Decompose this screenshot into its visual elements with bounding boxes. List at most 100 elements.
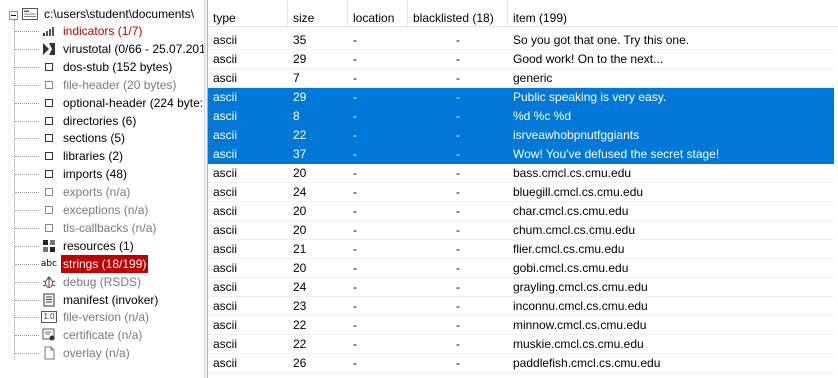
- column-header-size[interactable]: size: [288, 0, 348, 26]
- tree-item[interactable]: dos-stub (152 bytes): [0, 58, 204, 76]
- cell-blacklisted: -: [456, 147, 460, 161]
- tree-item[interactable]: exceptions (n/a): [0, 201, 204, 219]
- tree-item-label: exceptions (n/a): [63, 203, 149, 217]
- cell-blacklisted: -: [456, 33, 460, 47]
- cell-location: -: [353, 147, 357, 161]
- column-header-location[interactable]: location: [348, 0, 408, 26]
- cell-type: ascii: [213, 223, 238, 237]
- cell-size: 23: [293, 299, 307, 313]
- table-row[interactable]: ascii 24 - - grayling.cmcl.cs.cmu.edu: [208, 278, 834, 297]
- table-row[interactable]: ascii 22 - - muskie.cmcl.cs.cmu.edu: [208, 335, 834, 354]
- cell-location: -: [353, 90, 357, 104]
- table-row[interactable]: ascii 20 - - chum.cmcl.cs.cmu.edu: [208, 221, 834, 240]
- cell-size: 22: [293, 128, 307, 142]
- table-row[interactable]: ascii 7 - - generic: [208, 69, 834, 88]
- column-header-item[interactable]: item (199): [508, 0, 834, 26]
- cell-type: ascii: [213, 318, 238, 332]
- tree-connector: [15, 66, 39, 68]
- table-row[interactable]: ascii 29 - - Good work! On to the next...: [208, 50, 834, 69]
- table-row[interactable]: ascii 20 - - char.cmcl.cs.cmu.edu: [208, 202, 834, 221]
- cell-location: -: [353, 52, 357, 66]
- tree-item[interactable]: tls-callbacks (n/a): [0, 219, 204, 237]
- cell-size: 37: [293, 147, 307, 161]
- cell-location: -: [353, 337, 357, 351]
- tree-connector: [15, 263, 39, 265]
- tree-connector: [15, 227, 39, 229]
- tree-item[interactable]: exports (n/a): [0, 183, 204, 201]
- table-row[interactable]: ascii 22 - - minnow.cmcl.cs.cmu.edu: [208, 316, 834, 335]
- table-row[interactable]: ascii 21 - - flier.cmcl.cs.cmu.edu: [208, 240, 834, 259]
- tree-item[interactable]: debug (RSDS): [0, 273, 204, 291]
- tree-item-label: virustotal (0/66 - 25.07.201: [63, 41, 204, 56]
- table-row[interactable]: ascii 35 - - So you got that one. Try this o…: [208, 31, 834, 50]
- tree-connector: [15, 353, 39, 355]
- tree-item-label: manifest (invoker): [63, 292, 159, 307]
- cell-blacklisted: -: [456, 204, 460, 218]
- cell-blacklisted: -: [456, 223, 460, 237]
- tree-connector: [15, 31, 39, 32]
- table-header: type size location blacklisted (18) item…: [208, 0, 838, 27]
- tree-connector: [15, 299, 39, 301]
- table-row[interactable]: ascii 23 - - inconnu.cmcl.cs.cmu.edu: [208, 297, 834, 316]
- tree-item[interactable]: certificate (n/a): [0, 326, 204, 344]
- cell-blacklisted: -: [456, 318, 460, 332]
- tree-item[interactable]: indicators (1/7): [0, 22, 204, 40]
- cell-type: ascii: [213, 147, 238, 161]
- tree-item[interactable]: overlay (n/a): [0, 344, 204, 362]
- tree-item[interactable]: 1.0 file-version (n/a): [0, 308, 204, 326]
- table-row[interactable]: ascii 20 - - gobi.cmcl.cs.cmu.edu: [208, 259, 834, 278]
- cell-type: ascii: [213, 185, 238, 199]
- cell-location: -: [353, 166, 357, 180]
- tree-root-label[interactable]: c:\users\student\documents\: [44, 5, 194, 23]
- tree-item[interactable]: manifest (invoker): [0, 291, 204, 309]
- table-row[interactable]: ascii 24 - - bluegill.cmcl.cs.cmu.edu: [208, 183, 834, 202]
- tree-item-label: certificate (n/a): [63, 328, 143, 343]
- cell-location: -: [353, 128, 357, 142]
- tree-item-label: overlay (n/a): [63, 346, 130, 361]
- tree-item[interactable]: directories (6): [0, 112, 204, 130]
- tree-item[interactable]: optional-header (224 byte:: [0, 94, 204, 112]
- tree-item[interactable]: file-header (20 bytes): [0, 76, 204, 94]
- tree-item-label: optional-header (224 byte:: [63, 95, 204, 110]
- tree-item-label: exports (n/a): [63, 185, 131, 200]
- tree-item[interactable]: resources (1): [0, 237, 204, 255]
- file-icon: [22, 8, 38, 20]
- tree-item[interactable]: virustotal (0/66 - 25.07.201: [0, 40, 204, 58]
- tree-item-label: libraries (2): [63, 149, 124, 164]
- cell-item: isrveawhobpnutfggiants: [513, 128, 640, 142]
- tree-item[interactable]: abc strings (18/199): [0, 254, 204, 273]
- cell-type: ascii: [213, 128, 238, 142]
- cell-type: ascii: [213, 71, 238, 85]
- square-icon: [41, 131, 57, 145]
- cell-item: gobi.cmcl.cs.cmu.edu: [513, 261, 629, 275]
- tree-item[interactable]: imports (48): [0, 165, 204, 183]
- table-row[interactable]: ascii 26 - - paddlefish.cmcl.cs.cmu.edu: [208, 354, 834, 373]
- cell-item: chum.cmcl.cs.cmu.edu: [513, 223, 636, 237]
- cell-type: ascii: [213, 109, 238, 123]
- table-row[interactable]: ascii 22 - - isrveawhobpnutfggiants: [208, 126, 834, 145]
- tree-item[interactable]: sections (5): [0, 129, 204, 147]
- cell-blacklisted: -: [456, 185, 460, 199]
- tree-connector: [15, 192, 39, 194]
- tree-item[interactable]: libraries (2): [0, 147, 204, 165]
- cell-size: 20: [293, 261, 307, 275]
- cell-location: -: [353, 109, 357, 123]
- abc-icon: abc: [40, 258, 58, 269]
- tree-panel: c:\users\student\documents\ indicators (…: [0, 0, 204, 378]
- column-header-type[interactable]: type: [208, 0, 288, 26]
- column-header-blacklisted[interactable]: blacklisted (18): [408, 0, 508, 26]
- tree-connector: [15, 120, 39, 122]
- cell-item: muskie.cmcl.cs.cmu.edu: [513, 337, 644, 351]
- cell-location: -: [353, 71, 357, 85]
- cell-location: -: [353, 33, 357, 47]
- cell-blacklisted: -: [456, 166, 460, 180]
- cell-type: ascii: [213, 90, 238, 104]
- table-row[interactable]: ascii 8 - - %d %c %d: [208, 107, 834, 126]
- tree-connector: [15, 174, 39, 176]
- cell-blacklisted: -: [456, 242, 460, 256]
- tree-item-label: dos-stub (152 bytes): [63, 59, 173, 74]
- table-row[interactable]: ascii 29 - - Public speaking is very easy.: [208, 88, 834, 107]
- table-row[interactable]: ascii 37 - - Wow! You've defused the secret …: [208, 145, 834, 164]
- table-row[interactable]: ascii 20 - - bass.cmcl.cs.cmu.edu: [208, 164, 834, 183]
- collapse-toggle[interactable]: [9, 11, 18, 20]
